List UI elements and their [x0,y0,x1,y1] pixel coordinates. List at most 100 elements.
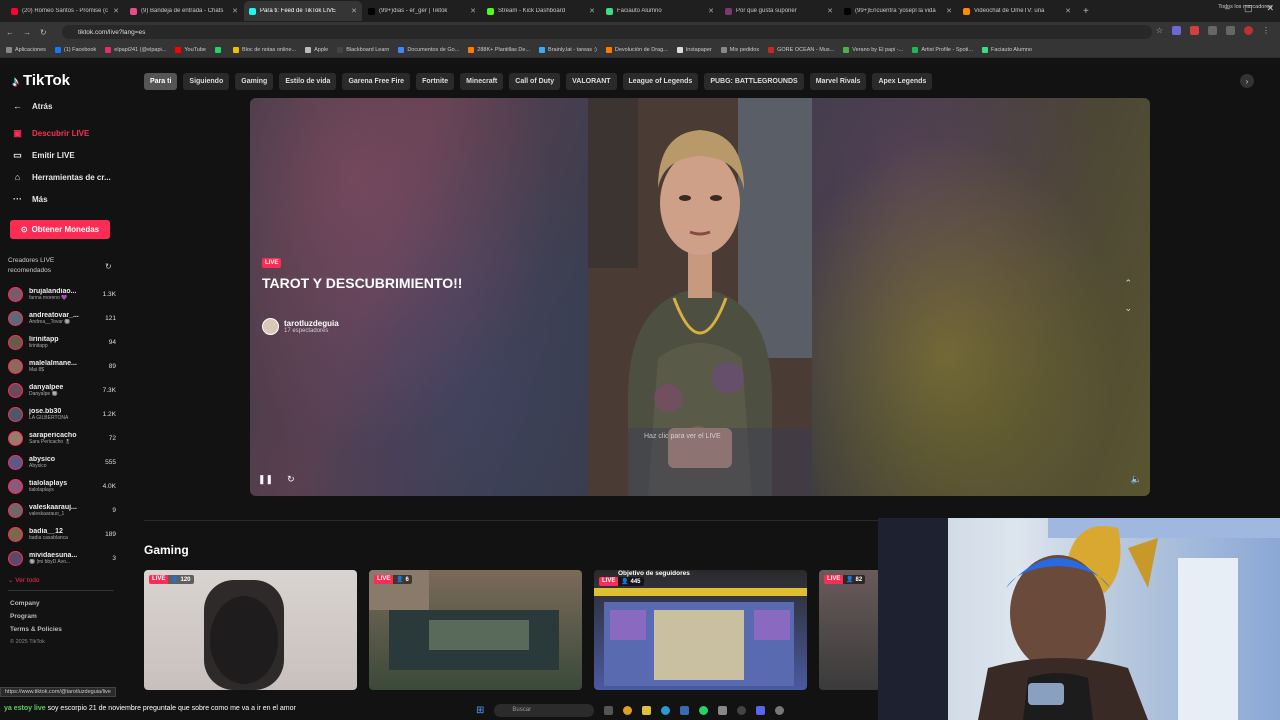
sidebar-nav-item[interactable]: ⌂ Herramientas de cr... [12,172,111,182]
category-chip[interactable]: Siguiendo [183,73,230,90]
category-chip[interactable]: Marvel Rivals [809,73,867,90]
close-tab-icon[interactable]: ✕ [827,7,833,15]
browser-tab[interactable]: (99+)Encuentra 'yosepl la vida ✕ [839,1,957,21]
host-name[interactable]: tarotluzdeguia [284,319,339,328]
recommended-creator[interactable]: danyalpee Danyalpe 🔘 7.3K [8,379,116,401]
recommended-creator[interactable]: malelalmane... Mai 8$ 89 [8,355,116,377]
bookmark-item[interactable]: GORE OCEAN - Mus... [768,46,834,53]
whatsapp-icon[interactable] [699,705,709,715]
bookmark-item[interactable]: Instapaper [676,46,712,53]
footer-link[interactable]: Terms & Policies [10,626,62,633]
sidebar-nav-item[interactable]: ··· Más [12,194,48,204]
browser-tab[interactable]: Videochat de OmeTV: una ✕ [958,1,1076,21]
bookmark-item[interactable]: Blackboard Learn [337,46,389,53]
close-tab-icon[interactable]: ✕ [351,7,357,15]
recommended-creator[interactable]: jose.bb30 LA GILBERTOÑA 1.2K [8,403,116,425]
extension-icon[interactable] [1208,26,1217,35]
watch-live-overlay[interactable]: Haz clic para ver el LIVE [644,433,721,440]
reload-stream-icon[interactable]: ↻ [287,474,295,485]
bookmark-item[interactable]: Verano by El papi -... [843,46,903,53]
reload-icon[interactable]: ↻ [40,28,47,37]
volume-icon[interactable]: 🔈 [1131,474,1142,485]
gaming-live-card[interactable]: LIVE 👤 6 [369,570,582,690]
bookmark-item[interactable]: Artist Profile - Spoti... [912,46,973,53]
recommended-creator[interactable]: brujalandiao... fanna moreno 💜 1.3K [8,283,116,305]
bookmark-item[interactable]: Mis pedidos [720,46,759,53]
recommended-creator[interactable]: tialolaplays tialolaplays 4.0K [8,475,116,497]
recommended-creator[interactable]: lirinitapp lirinitapp 94 [8,331,116,353]
bookmark-item[interactable]: Aplicaciones [6,46,46,53]
edge-icon[interactable] [661,705,671,715]
close-tab-icon[interactable]: ✕ [1065,7,1071,15]
sidebar-nav-item[interactable]: ← Atrás [12,101,52,111]
recommended-creator[interactable]: andreatovar_... Andrea__Tovar 🔘 121 [8,307,116,329]
close-tab-icon[interactable]: ✕ [470,7,476,15]
host-info[interactable]: tarotluzdeguia 17 espectadores [262,318,339,335]
browser-tab[interactable]: (99+)dias - er_ger | Tiktok ✕ [363,1,481,21]
category-chip[interactable]: Garena Free Fire [342,73,411,90]
bookmark-item[interactable]: Apple [305,46,328,53]
extension-icon[interactable] [1172,26,1181,35]
close-tab-icon[interactable]: ✕ [946,7,952,15]
category-chip[interactable]: VALORANT [566,73,617,90]
chevron-right-icon[interactable]: › [1240,74,1254,88]
sidebar-nav-item[interactable]: ▭ Emitir LIVE [12,150,74,161]
featured-live-player[interactable]: LIVE TAROT Y DESCUBRIMIENTO!! tarotluzde… [250,98,1150,496]
browser-tab[interactable]: Stream - Kick Dashboard ✕ [482,1,600,21]
footer-link[interactable]: Company [10,600,40,607]
bookmark-item[interactable]: Faciauto Alumno [981,46,1032,53]
get-coins-button[interactable]: ⊙ Obtener Monedas [10,220,110,239]
browser-tab[interactable]: Para ti: Feed de TikTok LIVE ✕ [244,1,362,21]
category-chip[interactable]: Estilo de vida [279,73,337,90]
close-tab-icon[interactable]: ✕ [708,7,714,15]
category-chip[interactable]: Fortnite [416,73,455,90]
bookmark-item[interactable] [214,46,224,53]
chevron-down-icon[interactable]: ⌄ [1124,303,1132,314]
gaming-live-card[interactable]: LIVE 👤 120 [144,570,357,690]
pause-icon[interactable]: ❚❚ [258,474,273,485]
bookmark-item[interactable]: Devolución de Drag... [605,46,668,53]
category-chip[interactable]: PUBG: BATTLEGROUNDS [704,73,804,90]
bookmark-item[interactable]: YouTube [175,46,206,53]
recommended-creator[interactable]: sarapericacho Sara Pericacho 🎖 72 [8,427,116,449]
all-bookmarks-button[interactable]: Todos los marcadores [1218,4,1272,10]
app-icon[interactable] [718,705,728,715]
chrome-icon[interactable] [623,705,633,715]
bookmark-item[interactable]: Documentos de Go... [398,46,459,53]
url-input[interactable]: tiktok.com/live?lang=es [62,25,1152,39]
category-chip[interactable]: Call of Duty [509,73,561,90]
category-chip[interactable]: Minecraft [460,73,504,90]
stream-title[interactable]: TAROT Y DESCUBRIMIENTO!! [262,274,482,292]
media-icon[interactable] [775,705,785,715]
footer-link[interactable]: Program [10,613,37,620]
browser-tab[interactable]: Por qué gusta suponer ✕ [720,1,838,21]
back-nav-icon[interactable]: ← [6,28,14,37]
sidebar-nav-item[interactable]: ▣ Descubrir LIVE [12,128,89,139]
recommended-creator[interactable]: abysico Abysico 555 [8,451,116,473]
menu-dots-icon[interactable]: ⋮ [1262,26,1270,35]
task-view-icon[interactable] [604,705,614,715]
bookmark-item[interactable]: Brainly.lat - tareas :) [539,46,597,53]
bookmark-item[interactable]: Bloc de notas online... [232,46,296,53]
browser-tab[interactable]: (20) Romeo Santos - Promise (c ✕ [6,1,124,21]
bookmark-item[interactable]: (1) Facebook [54,46,96,53]
close-tab-icon[interactable]: ✕ [589,7,595,15]
bookmark-star-icon[interactable]: ☆ [1156,26,1163,35]
recommended-creator[interactable]: mividaesuna... 🔘 |mi bbyD Avo... 3 [8,547,116,569]
tiktok-logo[interactable]: ♪ TikTok [12,72,70,89]
app-icon[interactable] [680,705,690,715]
recommended-creator[interactable]: badia__12 badia casablanca 189 [8,523,116,545]
extension-icon[interactable] [1226,26,1235,35]
category-chip[interactable]: Apex Legends [872,73,933,90]
forward-nav-icon[interactable]: → [23,28,31,37]
profile-avatar[interactable] [1244,26,1253,35]
recommended-creator[interactable]: valeskaarauj... valeskaarauo_1 9 [8,499,116,521]
browser-tab[interactable]: Faciauto Alumno ✕ [601,1,719,21]
category-chip[interactable]: Para ti [144,73,178,90]
gaming-live-card[interactable]: LIVE 👤 82 [819,570,879,690]
chevron-up-icon[interactable]: ⌃ [1124,278,1132,289]
gaming-live-card[interactable]: Objetivo de seguidores LIVE 👤 445 [594,570,807,690]
windows-start-icon[interactable]: ⊞ [476,705,484,716]
category-chip[interactable]: League of Legends [622,73,699,90]
taskbar-search[interactable]: Buscar [494,703,595,717]
